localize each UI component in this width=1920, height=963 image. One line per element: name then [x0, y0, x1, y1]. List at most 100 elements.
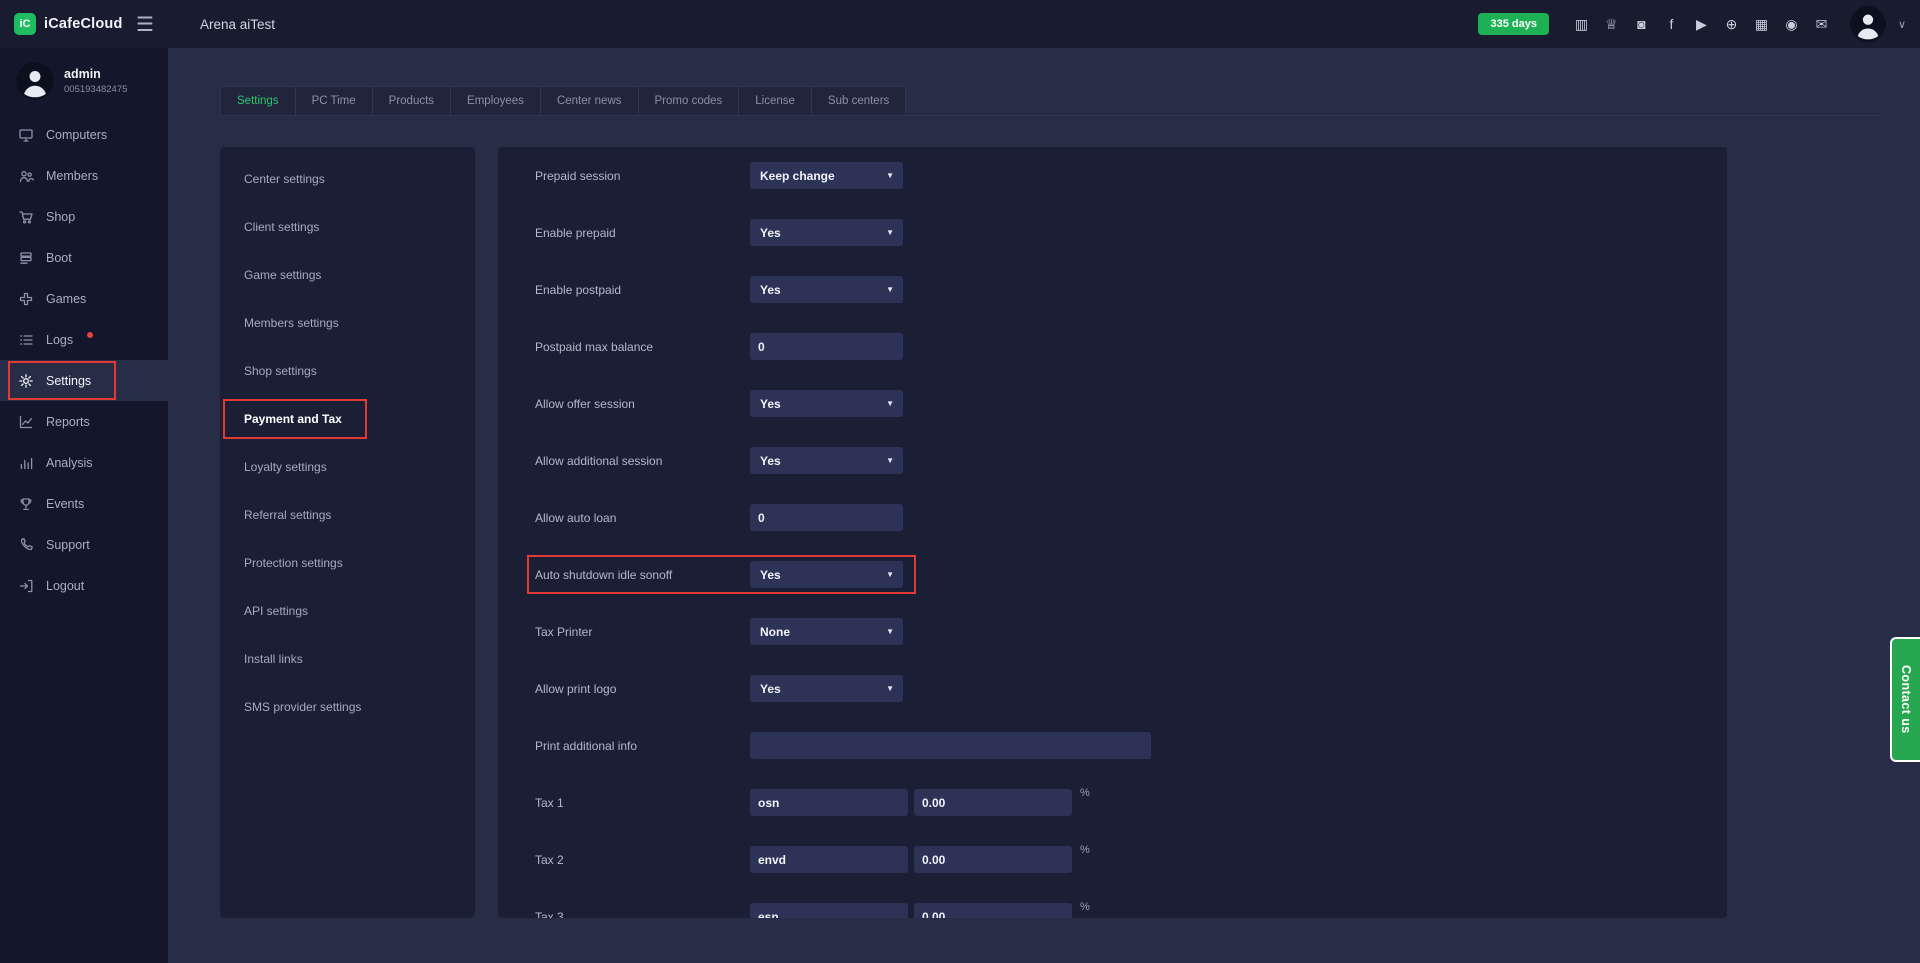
form-row-print-additional-info: Print additional info	[498, 717, 1727, 774]
settings-nav-game-settings[interactable]: Game settings	[220, 251, 475, 299]
enable-postpaid-select[interactable]: Yes▼	[750, 276, 903, 303]
handshake-icon[interactable]: ◉	[1783, 16, 1800, 33]
equalizer-icon[interactable]: ▥	[1573, 16, 1590, 33]
print-additional-info-input[interactable]	[750, 732, 1151, 759]
members-icon	[18, 168, 34, 184]
tax-2-name-input[interactable]	[750, 846, 908, 873]
sidebar-item-logout[interactable]: Logout	[0, 565, 168, 606]
field-label: Enable prepaid	[535, 226, 750, 240]
settings-nav-payment-and-tax[interactable]: Payment and Tax	[220, 395, 475, 443]
chevron-down-icon: ▼	[886, 399, 894, 408]
tab-products[interactable]: Products	[372, 86, 451, 115]
percent-label: %	[1080, 787, 1090, 799]
settings-nav-protection-settings[interactable]: Protection settings	[220, 539, 475, 587]
field-label: Allow offer session	[535, 397, 750, 411]
form-row-tax-2: Tax 2%	[498, 831, 1727, 888]
sidebar-item-label: Logout	[46, 579, 84, 593]
settings-nav-shop-settings[interactable]: Shop settings	[220, 347, 475, 395]
user-avatar[interactable]	[1850, 6, 1886, 42]
settings-nav-center-settings[interactable]: Center settings	[220, 155, 475, 203]
chevron-down-icon: ▼	[886, 627, 894, 636]
tab-license[interactable]: License	[738, 86, 812, 115]
form-row-postpaid-max-balance: Postpaid max balance	[498, 318, 1727, 375]
qr-icon[interactable]: ▦	[1753, 16, 1770, 33]
sidebar-item-reports[interactable]: Reports	[0, 401, 168, 442]
allow-print-logo-select[interactable]: Yes▼	[750, 675, 903, 702]
discord-icon[interactable]: ◙	[1633, 16, 1650, 32]
sidebar-item-boot[interactable]: Boot	[0, 237, 168, 278]
field-label: Allow print logo	[535, 682, 750, 696]
sidebar-item-shop[interactable]: Shop	[0, 196, 168, 237]
sidebar: admin 005193482475 ComputersMembersShop B…	[0, 48, 168, 963]
allow-offer-session-select[interactable]: Yes ▼	[750, 390, 903, 417]
topbar-icons: ▥ ♕ ◙ f ▶ ⊕ ▦ ◉ ✉	[1573, 16, 1830, 33]
settings-nav-referral-settings[interactable]: Referral settings	[220, 491, 475, 539]
globe-icon[interactable]: ⊕	[1723, 16, 1740, 33]
sidebar-item-games[interactable]: Games	[0, 278, 168, 319]
brand[interactable]: iC iCafeCloud	[14, 0, 123, 48]
tab-settings[interactable]: Settings	[220, 86, 296, 115]
hamburger-menu-icon[interactable]: ☰	[136, 0, 154, 48]
user-name: admin	[64, 67, 127, 81]
field-label: Tax Printer	[535, 625, 750, 639]
mail-icon[interactable]: ✉	[1813, 16, 1830, 33]
allow-additional-session-select[interactable]: Yes▼	[750, 447, 903, 474]
contact-us-tab[interactable]: Contact us	[1890, 637, 1920, 762]
tab-promo-codes[interactable]: Promo codes	[638, 86, 740, 115]
tab-pc-time[interactable]: PC Time	[295, 86, 373, 115]
allow-auto-loan-input[interactable]	[750, 504, 903, 531]
sidebar-item-analysis[interactable]: Analysis	[0, 442, 168, 483]
select-value: None	[760, 625, 790, 639]
postpaid-max-balance-input[interactable]	[750, 333, 903, 360]
logs-icon	[18, 332, 34, 348]
form-row-allow-offer-session: Allow offer session Yes ▼	[498, 375, 1727, 432]
field-control: %	[750, 846, 1090, 873]
trophy-icon[interactable]: ♕	[1603, 16, 1620, 33]
tab-center-news[interactable]: Center news	[540, 86, 639, 115]
field-label: Postpaid max balance	[535, 340, 750, 354]
sidebar-item-settings[interactable]: Settings	[0, 360, 168, 401]
sidebar-user[interactable]: admin 005193482475	[0, 48, 168, 110]
license-days-badge[interactable]: 335 days	[1478, 13, 1548, 35]
settings-nav-sms-provider-settings[interactable]: SMS provider settings	[220, 683, 475, 731]
center-title: Arena aiTest	[200, 0, 275, 48]
sidebar-item-label: Logs	[46, 333, 73, 347]
app-window: iC iCafeCloud ☰ Arena aiTest 335 days ▥ ♕…	[0, 0, 1920, 963]
tax-1-rate-input[interactable]	[914, 789, 1072, 816]
sidebar-item-label: Boot	[46, 251, 72, 265]
sidebar-item-label: Reports	[46, 415, 90, 429]
youtube-icon[interactable]: ▶	[1693, 16, 1710, 33]
chevron-down-icon[interactable]: ∨	[1898, 18, 1906, 31]
tab-employees[interactable]: Employees	[450, 86, 541, 115]
tax-2-rate-input[interactable]	[914, 846, 1072, 873]
settings-nav-install-links[interactable]: Install links	[220, 635, 475, 683]
percent-label: %	[1080, 844, 1090, 856]
settings-nav-api-settings[interactable]: API settings	[220, 587, 475, 635]
tax-printer-select[interactable]: None ▼	[750, 618, 903, 645]
auto-shutdown-idle-sonoff-select[interactable]: Yes▼	[750, 561, 903, 588]
form-row-allow-auto-loan: Allow auto loan	[498, 489, 1727, 546]
facebook-icon[interactable]: f	[1663, 16, 1680, 32]
tax-1-name-input[interactable]	[750, 789, 908, 816]
sidebar-item-events[interactable]: Events	[0, 483, 168, 524]
sidebar-item-support[interactable]: Support	[0, 524, 168, 565]
form-row-tax-3: Tax 3%	[498, 888, 1727, 918]
select-value: Yes	[760, 397, 781, 411]
sidebar-item-logs[interactable]: Logs	[0, 319, 168, 360]
field-label: Print additional info	[535, 739, 750, 753]
field-label: Tax 3	[535, 910, 750, 919]
notification-dot	[87, 332, 93, 338]
tax-3-rate-input[interactable]	[914, 903, 1072, 918]
sidebar-item-members[interactable]: Members	[0, 155, 168, 196]
tab-sub-centers[interactable]: Sub centers	[811, 86, 906, 115]
prepaid-session-select[interactable]: Keep change▼	[750, 162, 903, 189]
field-control	[750, 333, 903, 360]
settings-nav-members-settings[interactable]: Members settings	[220, 299, 475, 347]
enable-prepaid-select[interactable]: Yes▼	[750, 219, 903, 246]
analysis-icon	[18, 455, 34, 471]
settings-nav-client-settings[interactable]: Client settings	[220, 203, 475, 251]
form-row-prepaid-session: Prepaid sessionKeep change▼	[498, 147, 1727, 204]
tax-3-name-input[interactable]	[750, 903, 908, 918]
settings-nav-loyalty-settings[interactable]: Loyalty settings	[220, 443, 475, 491]
sidebar-item-computers[interactable]: Computers	[0, 114, 168, 155]
